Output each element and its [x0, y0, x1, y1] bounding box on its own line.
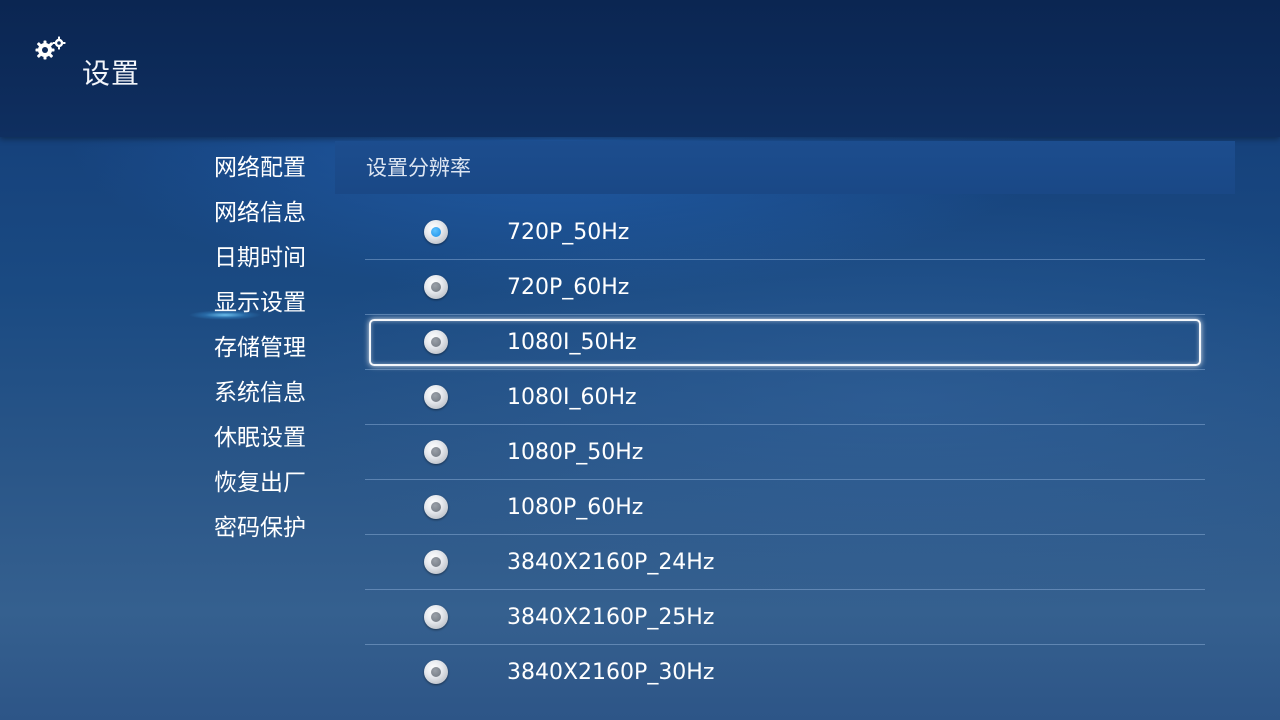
radio-button[interactable]: [424, 220, 448, 244]
sidebar-item-sleep-settings[interactable]: 休眠设置: [214, 416, 334, 461]
radio-button[interactable]: [424, 550, 448, 574]
radio-button[interactable]: [424, 330, 448, 354]
resolution-option[interactable]: 3840X2160P_25Hz: [365, 590, 1205, 645]
resolution-option[interactable]: 3840X2160P_24Hz: [365, 535, 1205, 590]
resolution-option[interactable]: 720P_60Hz: [365, 260, 1205, 315]
sidebar-item-display-settings[interactable]: 显示设置: [180, 281, 334, 326]
section-header: 设置分辨率: [335, 141, 1235, 194]
resolution-label: 3840X2160P_24Hz: [507, 550, 715, 575]
sidebar-item-system-info[interactable]: 系统信息: [214, 371, 334, 416]
resolution-list: 720P_50Hz 720P_60Hz 1080I_50Hz 1080I_60H…: [365, 205, 1205, 699]
sidebar-item-network-info[interactable]: 网络信息: [214, 191, 334, 236]
sidebar-item-date-time[interactable]: 日期时间: [214, 236, 334, 281]
resolution-label: 1080P_50Hz: [507, 440, 644, 465]
resolution-label: 720P_50Hz: [507, 220, 630, 245]
sidebar-item-network-config[interactable]: 网络配置: [214, 146, 334, 191]
resolution-option[interactable]: 3840X2160P_30Hz: [365, 645, 1205, 699]
resolution-label: 720P_60Hz: [507, 275, 630, 300]
resolution-option[interactable]: 1080I_50Hz: [365, 315, 1205, 370]
resolution-option[interactable]: 1080P_60Hz: [365, 480, 1205, 535]
resolution-label: 1080I_50Hz: [507, 330, 637, 355]
resolution-option[interactable]: 1080I_60Hz: [365, 370, 1205, 425]
section-title: 设置分辨率: [366, 156, 471, 180]
sidebar-menu: 网络配置 网络信息 日期时间 显示设置 存储管理 系统信息 休眠设置 恢复出厂 …: [180, 146, 334, 551]
radio-button[interactable]: [424, 605, 448, 629]
resolution-label: 3840X2160P_30Hz: [507, 660, 715, 685]
resolution-label: 1080P_60Hz: [507, 495, 644, 520]
radio-button[interactable]: [424, 440, 448, 464]
resolution-option[interactable]: 720P_50Hz: [365, 205, 1205, 260]
radio-button[interactable]: [424, 495, 448, 519]
gears-icon: [35, 36, 66, 60]
radio-button[interactable]: [424, 660, 448, 684]
sidebar-item-password[interactable]: 密码保护: [214, 506, 334, 551]
resolution-label: 3840X2160P_25Hz: [507, 605, 715, 630]
sidebar-item-storage[interactable]: 存储管理: [214, 326, 334, 371]
sidebar-item-factory-reset[interactable]: 恢复出厂: [214, 461, 334, 506]
radio-button[interactable]: [424, 385, 448, 409]
radio-button[interactable]: [424, 275, 448, 299]
page-title: 设置: [82, 57, 141, 90]
title-bar: 设置: [0, 0, 1280, 137]
resolution-label: 1080I_60Hz: [507, 385, 637, 410]
resolution-option[interactable]: 1080P_50Hz: [365, 425, 1205, 480]
